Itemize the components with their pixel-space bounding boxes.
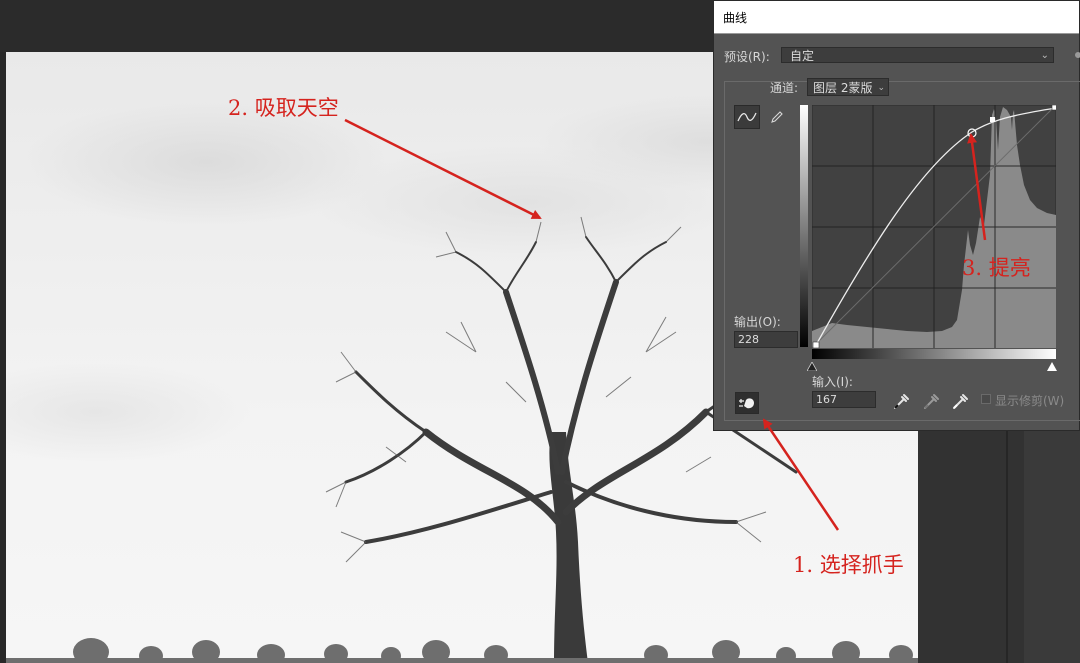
chevron-down-icon: ⌄ (877, 83, 885, 93)
side-panels (918, 430, 1080, 663)
annotation-step1: 1. 选择抓手 (793, 553, 904, 577)
show-clipping-label: 显示修剪(W) (995, 394, 1065, 408)
preset-value: 自定 (790, 49, 815, 63)
gear-icon[interactable] (1072, 49, 1080, 61)
black-eyedropper-icon (894, 394, 909, 409)
pencil-icon (771, 111, 783, 123)
input-gradient-bar (812, 349, 1056, 359)
input-label: 输入(I): (812, 375, 853, 389)
preset-select[interactable]: 自定 ⌄ (781, 47, 1054, 63)
target-adjust-hand-icon (739, 398, 754, 409)
show-clipping-checkbox[interactable] (981, 394, 991, 404)
annotation-step3: 3. 提亮 (962, 256, 1031, 280)
white-eyedropper-button[interactable] (950, 391, 970, 411)
curve-point-icon (737, 112, 757, 122)
black-eyedropper-button[interactable] (891, 391, 911, 411)
curve-point-tool-button[interactable] (734, 105, 760, 129)
curve-graph[interactable] (812, 105, 1056, 348)
output-field[interactable]: 228 (734, 331, 798, 348)
pencil-tool-button[interactable] (764, 105, 790, 129)
channel-value: 图层 2蒙版 (813, 81, 873, 95)
channel-select[interactable]: 图层 2蒙版 ⌄ (807, 78, 889, 96)
curves-dialog: 曲线 预设(R): 自定 ⌄ 通道: 图层 2蒙版 ⌄ 输出(O): 228 输… (713, 0, 1080, 431)
gray-eyedropper-button[interactable] (921, 391, 941, 411)
output-label: 输出(O): (734, 315, 781, 329)
channel-label: 通道: (770, 81, 799, 95)
input-field[interactable]: 167 (812, 391, 876, 408)
gray-eyedropper-icon (924, 394, 939, 409)
chevron-down-icon: ⌄ (1040, 50, 1049, 61)
target-adjust-button[interactable] (735, 392, 759, 414)
white-eyedropper-icon (953, 394, 968, 409)
dialog-title: 曲线 (723, 11, 748, 25)
black-point-slider[interactable] (807, 362, 817, 371)
dialog-title-bar[interactable]: 曲线 (714, 1, 1079, 34)
white-point-slider[interactable] (1047, 362, 1057, 371)
output-gradient-bar (800, 105, 808, 347)
preset-label: 预设(R): (724, 50, 770, 64)
annotation-step2: 2. 吸取天空 (228, 96, 339, 120)
